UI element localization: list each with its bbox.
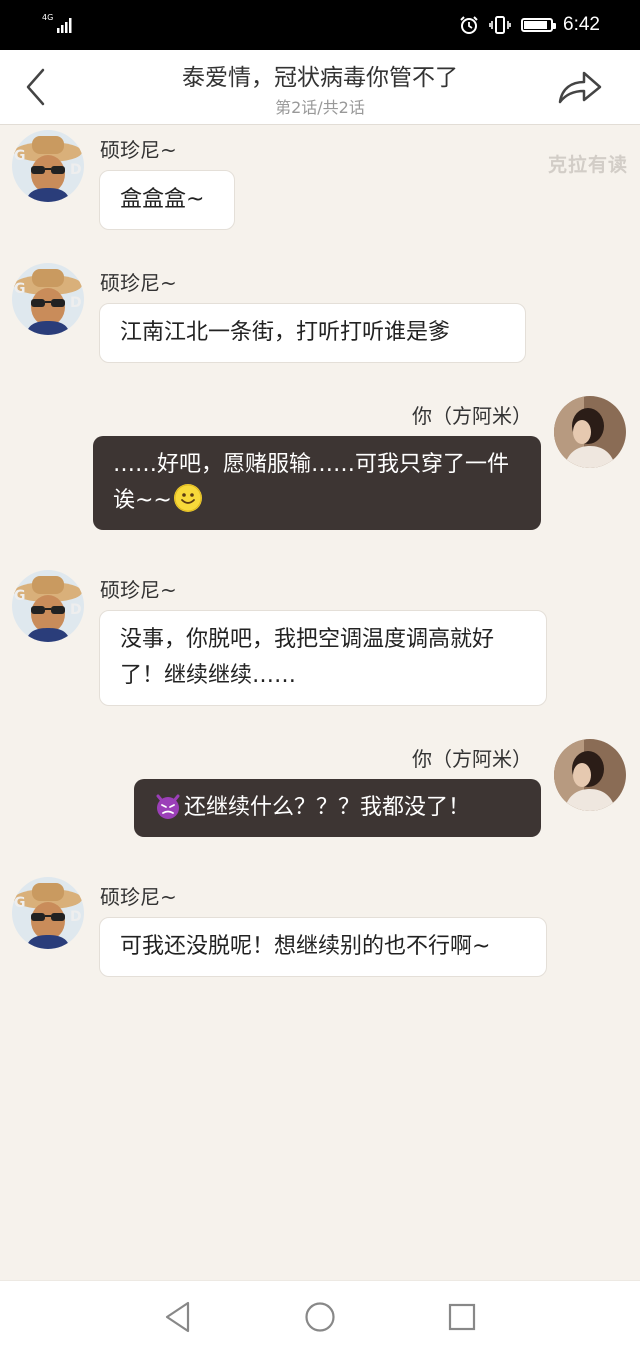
message-bubble-self[interactable]: ……好吧，愿赌服输……可我只穿了一件诶~~	[93, 436, 541, 530]
chapter-header: 泰爱情，冠状病毒你管不了 第2话/共2话	[0, 50, 640, 125]
avatar-self[interactable]	[554, 739, 626, 811]
smiling-face-emoji	[173, 484, 202, 512]
sender-name: 硕珍尼~	[100, 271, 177, 295]
clock-time: 6:42	[563, 14, 600, 35]
network-type-label: 4G	[42, 13, 54, 22]
watermark-logo: 克拉有读	[547, 154, 628, 176]
boy-straw-hat-avatar: G D	[12, 877, 84, 949]
message-bubble[interactable]: 江南江北一条街，打听打听谁是爹	[99, 303, 526, 363]
avatar[interactable]: G D	[12, 130, 84, 202]
message-bubble[interactable]: 可我还没脱呢！想继续别的也不行啊~	[99, 917, 547, 977]
sender-name: 你（方阿米）	[412, 747, 532, 771]
system-nav-bar	[0, 1280, 640, 1352]
message-bubble[interactable]: 没事，你脱吧，我把空调温度调高就好了！继续继续……	[99, 610, 547, 706]
message-text: 可我还没脱呢！想继续别的也不行啊~	[120, 934, 491, 959]
girl-avatar	[554, 739, 626, 811]
svg-text:G: G	[14, 148, 26, 164]
home-circle-icon	[305, 1302, 335, 1332]
message-text: 盒盒盒~	[120, 187, 205, 212]
avatar[interactable]: G D	[12, 263, 84, 335]
back-button[interactable]	[18, 64, 58, 110]
svg-text:D: D	[70, 162, 82, 178]
avatar[interactable]: G D	[12, 570, 84, 642]
boy-straw-hat-avatar: G D	[12, 263, 84, 335]
svg-text:D: D	[70, 295, 82, 311]
sender-name: 硕珍尼~	[100, 578, 177, 602]
recents-square-icon	[448, 1303, 476, 1331]
angry-devil-emoji	[154, 792, 182, 820]
status-bar: 4G 6:42	[0, 0, 640, 50]
nav-back-button[interactable]	[160, 1299, 196, 1335]
nav-home-button[interactable]	[302, 1299, 338, 1335]
avatar-self[interactable]	[554, 396, 626, 468]
back-triangle-icon	[165, 1301, 190, 1333]
sender-name: 你（方阿米）	[412, 404, 532, 428]
svg-text:G: G	[14, 281, 26, 297]
story-title: 泰爱情，冠状病毒你管不了	[182, 65, 458, 91]
girl-avatar	[554, 396, 626, 468]
svg-text:D: D	[70, 909, 82, 925]
battery-icon	[521, 18, 557, 32]
chapter-indicator: 第2话/共2话	[275, 98, 365, 117]
share-arrow-icon	[558, 71, 602, 104]
message-bubble-self[interactable]: 还继续什么？？？我都没了！	[134, 779, 541, 837]
svg-text:D: D	[70, 602, 82, 618]
svg-text:G: G	[14, 895, 26, 911]
message-text: 还继续什么？？？我都没了！	[184, 795, 471, 820]
signal-bars-icon	[57, 18, 72, 33]
message-bubble[interactable]: 盒盒盒~	[99, 170, 235, 230]
share-button[interactable]	[556, 68, 604, 108]
message-text: 没事，你脱吧，我把空调温度调高就好了！继续继续……	[120, 627, 495, 688]
avatar[interactable]: G D	[12, 877, 84, 949]
alarm-icon	[460, 16, 478, 34]
chevron-left-icon	[26, 68, 45, 106]
boy-straw-hat-avatar: G D	[12, 130, 84, 202]
nav-recents-button[interactable]	[444, 1299, 480, 1335]
svg-text:G: G	[14, 588, 26, 604]
sender-name: 硕珍尼~	[100, 138, 177, 162]
boy-straw-hat-avatar: G D	[12, 570, 84, 642]
sender-name: 硕珍尼~	[100, 885, 177, 909]
message-text: 江南江北一条街，打听打听谁是爹	[120, 320, 451, 345]
message-text: ……好吧，愿赌服输……可我只穿了一件诶~~	[113, 452, 510, 513]
vibrate-icon	[489, 16, 511, 34]
